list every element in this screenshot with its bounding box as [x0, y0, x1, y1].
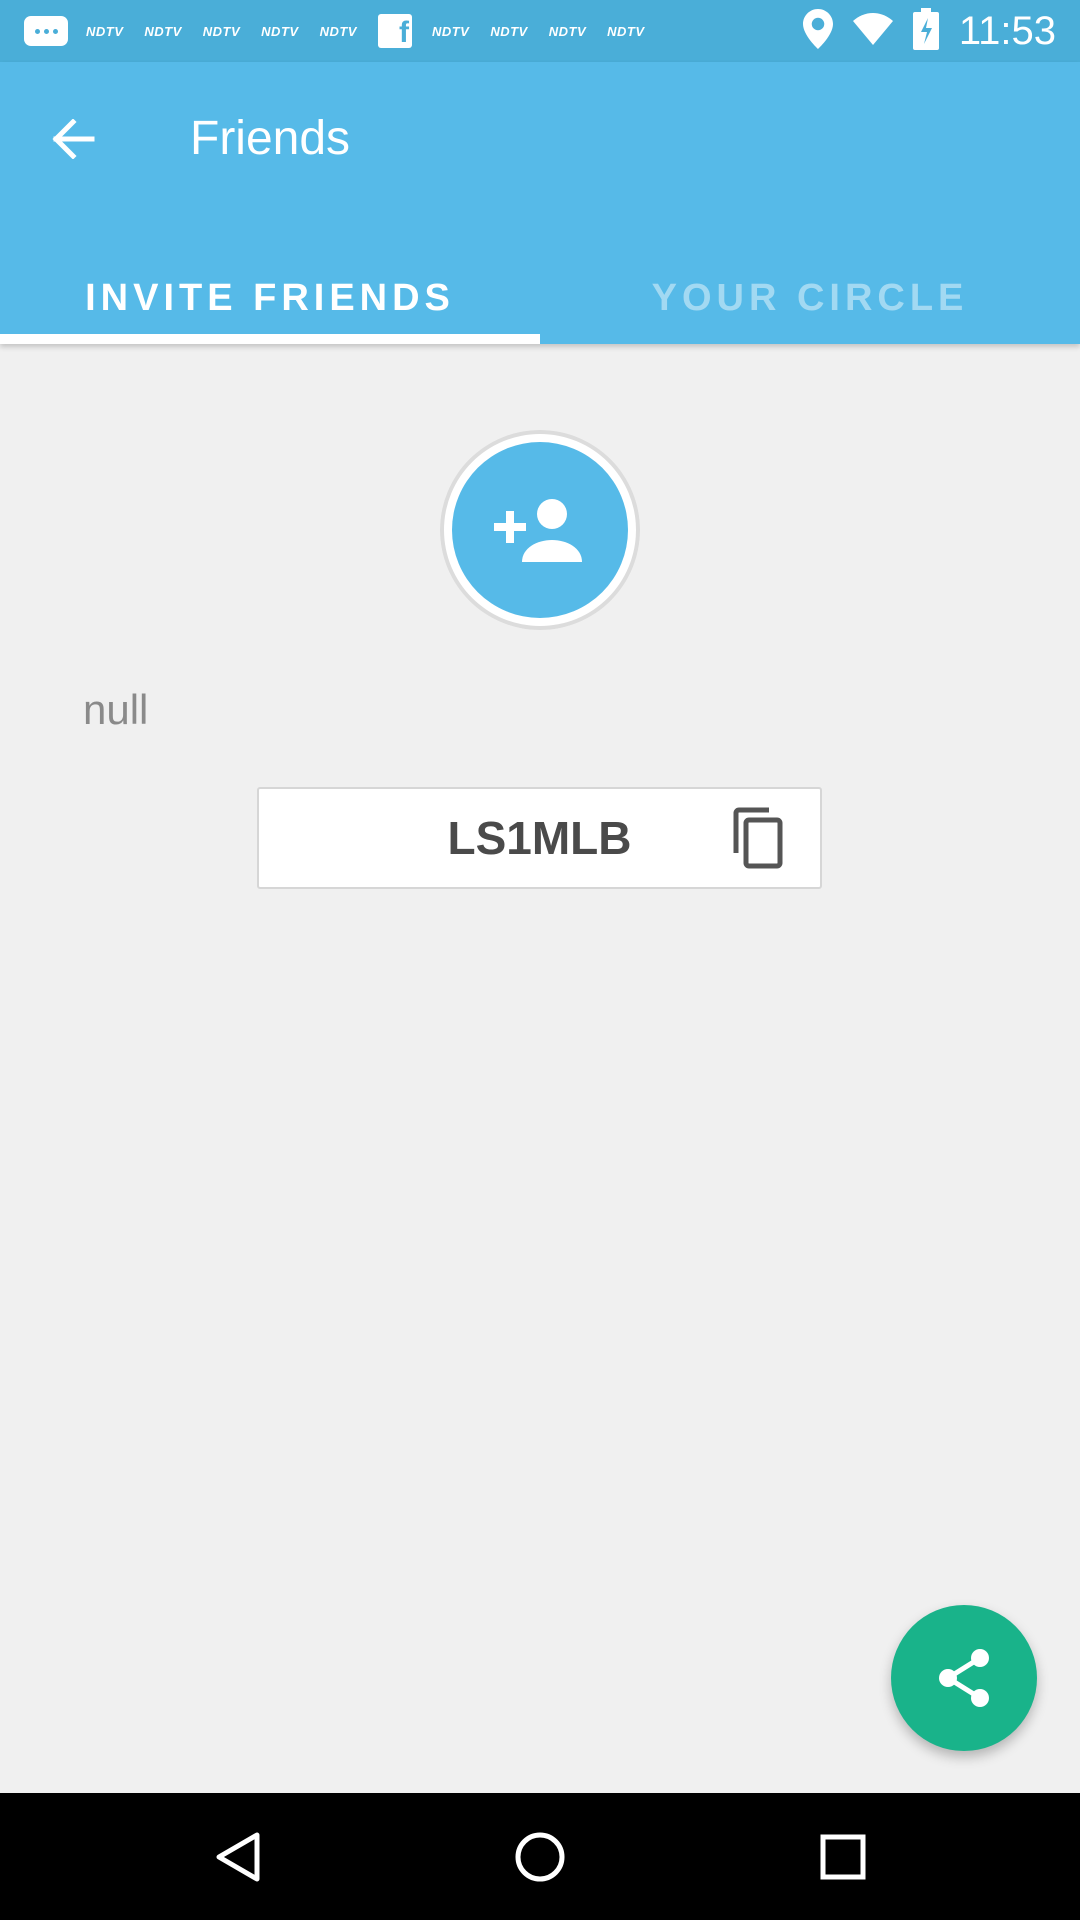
nav-home-button[interactable] [500, 1817, 580, 1897]
recents-square-icon [820, 1834, 866, 1880]
clock: 11:53 [958, 8, 1056, 53]
location-icon [802, 8, 833, 54]
copy-icon [733, 807, 783, 869]
ndtv-notification-icon: NDTV [319, 23, 357, 39]
ndtv-notification-icon: NDTV [202, 23, 241, 39]
tab-your-circle[interactable]: YOUR CIRCLE [540, 252, 1080, 344]
battery-icon [912, 7, 939, 55]
notification-icons: NDTV NDTV NDTV NDTV NDTV f NDTV NDTV NDT… [24, 0, 666, 62]
status-bar: NDTV NDTV NDTV NDTV NDTV f NDTV NDTV NDT… [0, 0, 1080, 62]
share-fab[interactable] [891, 1605, 1037, 1751]
system-icons: 11:53 [802, 0, 1056, 62]
avatar[interactable] [452, 442, 628, 618]
tab-invite-friends[interactable]: INVITE FRIENDS [0, 252, 540, 344]
app-bar: Friends INVITE FRIENDS YOUR CIRCLE [0, 62, 1080, 344]
ndtv-notification-icon: NDTV [86, 23, 124, 39]
person-add-icon [494, 499, 582, 562]
nav-recents-button[interactable] [803, 1817, 883, 1897]
copy-button[interactable] [728, 807, 788, 869]
navigation-bar [0, 1793, 1080, 1920]
wifi-icon [852, 12, 893, 50]
back-button[interactable] [40, 106, 106, 172]
invite-code-box: LS1MLB [257, 787, 822, 889]
back-triangle-icon [216, 1832, 260, 1882]
ndtv-notification-icon: NDTV [607, 23, 645, 39]
ndtv-notification-icon: NDTV [548, 23, 587, 39]
page-title: Friends [190, 112, 351, 165]
name-text: null [83, 686, 149, 733]
ndtv-notification-icon: NDTV [490, 23, 528, 39]
ndtv-notification-icon: NDTV [431, 23, 470, 39]
facebook-icon: f [377, 14, 412, 48]
share-icon [939, 1649, 989, 1707]
messages-icon [24, 16, 68, 46]
ndtv-notification-icon: NDTV [144, 23, 182, 39]
home-circle-icon [515, 1832, 565, 1882]
tab-indicator [0, 334, 540, 344]
nav-back-button[interactable] [197, 1817, 277, 1897]
arrow-back-icon [52, 119, 95, 159]
ndtv-notification-icon: NDTV [261, 23, 299, 39]
